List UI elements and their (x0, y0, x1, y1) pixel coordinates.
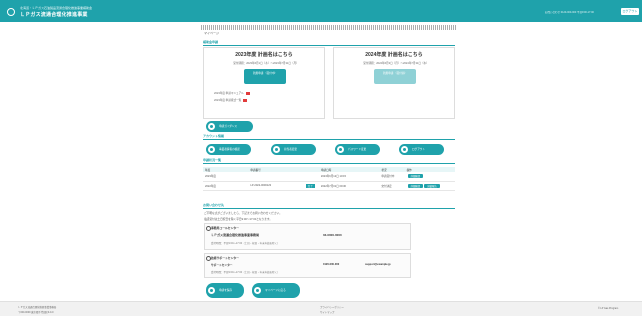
forms-link[interactable]: 2023年度 申請様式一覧 (214, 98, 248, 102)
lock-icon (337, 146, 344, 153)
footer: ＬＰガス流通合理化推進事業事務局 〒000-0000 東京都千代田区0-0-0 … (0, 301, 642, 316)
save-icon (208, 287, 215, 294)
logout-menu-button[interactable]: ログアウト (399, 144, 444, 155)
contact-box-title: 技術サポートセンター (206, 256, 239, 261)
page-title: マイページ (204, 31, 219, 35)
site-title[interactable]: ＬＰガス流通合理化推進事業 (20, 11, 88, 18)
footer-address: 〒000-0000 東京都千代田区0-0-0 (18, 311, 54, 314)
phone-number[interactable]: 03-0000-0000 (323, 233, 342, 237)
status-badge: 完了 (305, 183, 315, 188)
cell-actions: 詳細確認 実績報告 (404, 181, 455, 191)
card-period: 受付期間：2023年6月1日（木）〜2023年7月31日（月） (233, 62, 299, 65)
cell-year: 2022年度 (203, 181, 249, 191)
company-info-button[interactable]: 事業者情報の確認 (206, 144, 251, 155)
main-content: マイページ 補助金申請 2023年度 計画名はこちら 受付期間：2023年6月1… (201, 25, 457, 301)
divider (203, 45, 455, 46)
cell-tag (303, 172, 319, 182)
cell-actions: 詳細確認 (404, 172, 455, 182)
contact-hours: 電話受付は土日祝日を除く平日9:00〜17:00となります。 (204, 218, 273, 221)
privacy-link[interactable]: プライバシーポリシー (320, 305, 344, 309)
header-contact-info: お問い合わせ 0120-000-000 平日9:00-17:00 (545, 11, 594, 14)
pdf-icon (245, 91, 250, 95)
person-icon (273, 146, 280, 153)
detail-button[interactable]: 詳細確認 (407, 183, 424, 188)
cell-date: 2023年6月12日 10:15 (318, 172, 380, 182)
exit-icon (401, 146, 408, 153)
guidance-button[interactable]: 申請ガイダンス (206, 121, 253, 132)
contact-change-button[interactable]: 担当者変更 (271, 144, 316, 155)
cell-tag: 完了 (303, 181, 319, 191)
card-2024: 2024年度 計画名はこちら 受付期間：2024年6月3日（月）〜2024年7月… (333, 47, 455, 119)
divider (203, 139, 455, 140)
report-button[interactable]: 実績報告 (424, 183, 440, 188)
section-title-menu: アカウント情報 (203, 134, 225, 138)
contact-intro: ご不明な点がございましたら、下記までお問い合わせください。 (204, 212, 282, 215)
manual-link[interactable]: 2023年度 申請マニュアル (214, 91, 250, 95)
save-button[interactable]: 申請を保存 (206, 283, 244, 298)
section-title-requests: 申請状況一覧 (203, 158, 222, 162)
sitemap-link[interactable]: サイトマップ (320, 310, 334, 314)
cell-number: LP-2022-0000123 (248, 181, 304, 191)
apply-2024-button[interactable]: 新規申請 （受付前） (374, 69, 416, 84)
table-row: 2022年度 LP-2022-0000123 完了 2022年7月01日 09:… (203, 181, 455, 191)
header-subtitle: 北海道・ＬＰガス石油製品流通合理化推進事業補助金 (20, 6, 93, 10)
email-link[interactable]: support@example.jp (365, 263, 391, 266)
cell-status: 交付決定 (379, 181, 405, 191)
back-to-mypage-button[interactable]: マイページに戻る (252, 283, 300, 298)
contact-note: 受付時間：平日9:00〜17:00（土日・祝日・年末年始を除く） (211, 271, 280, 274)
divider (203, 163, 455, 164)
cell-status: 申請受付中 (379, 172, 405, 182)
footer-copyright: © LP Gas Program (598, 307, 619, 310)
password-change-button[interactable]: パスワード変更 (335, 144, 380, 155)
logout-button[interactable]: ログアウト (621, 8, 639, 15)
document-icon (208, 123, 215, 130)
pdf-icon (243, 98, 248, 102)
card-title: 2024年度 計画名はこちら (365, 52, 423, 58)
card-title: 2023年度 計画名はこちら (235, 52, 293, 58)
section-title-contact: お問い合わせ先 (203, 203, 225, 207)
contact-box-title: 事務局コールセンター (206, 226, 239, 231)
footer-org: ＬＰガス流通合理化推進事業事務局 (18, 306, 57, 309)
banner-strip (201, 25, 457, 30)
cell-year: 2023年度 (203, 172, 249, 182)
logo-icon[interactable] (7, 8, 15, 16)
contact-box-office: 事務局コールセンター ＬＰガス流通合理化推進事業事務局 03-0000-0000… (204, 223, 411, 250)
cell-number (248, 172, 304, 182)
detail-button[interactable]: 詳細確認 (407, 174, 424, 179)
request-table: 年度 申請番号 申請日時 状況 操作 2023年度 2023年6月12日 10:… (203, 167, 455, 191)
divider (203, 208, 455, 209)
contact-note: 受付時間：平日9:00〜17:00（土日・祝日・年末年始を除く） (211, 242, 280, 245)
app-header: 北海道・ＬＰガス石油製品流通合理化推進事業補助金 ＬＰガス流通合理化推進事業 お… (0, 0, 642, 22)
phone-number[interactable]: 0120-000-000 (323, 263, 339, 266)
apply-2023-button[interactable]: 新規申請 （受付中） (244, 69, 286, 84)
table-row: 2023年度 2023年6月12日 10:15 申請受付中 詳細確認 (203, 172, 455, 182)
cell-date: 2022年7月01日 09:30 (318, 181, 380, 191)
contact-box-support: 技術サポートセンター サポートセンター 0120-000-000 support… (204, 253, 411, 278)
contact-name: サポートセンター (211, 264, 233, 267)
card-2023: 2023年度 計画名はこちら 受付期間：2023年6月1日（木）〜2023年7月… (203, 47, 325, 119)
home-icon (254, 287, 261, 294)
card-period: 受付期間：2024年6月3日（月）〜2024年7月31日（水） (363, 62, 429, 65)
user-icon (208, 146, 215, 153)
section-title-apply: 補助金申請 (203, 40, 219, 44)
contact-name: ＬＰガス流通合理化推進事業事務局 (211, 233, 260, 237)
